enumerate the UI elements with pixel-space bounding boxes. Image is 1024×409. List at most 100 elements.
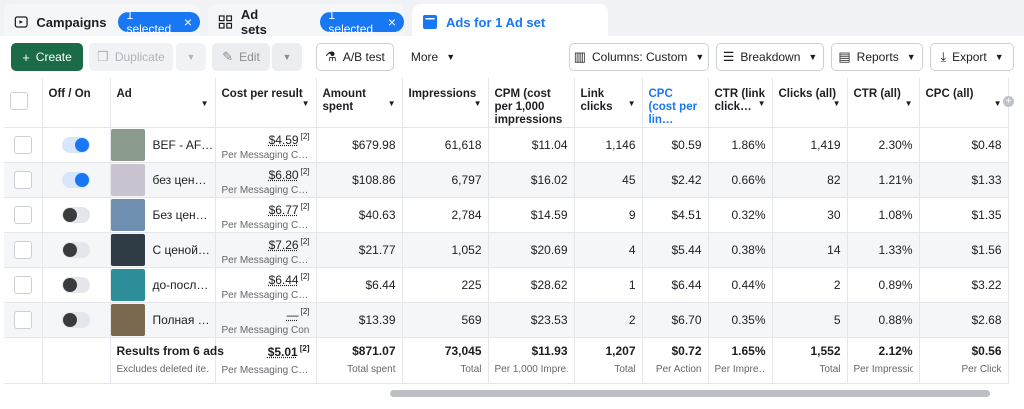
table-row[interactable]: С ценой… $7.26 [2] Per Messaging C… $21.77 1,… — [4, 232, 1009, 268]
ad-name[interactable]: BEF - AF… — [153, 138, 214, 152]
ctr-all-cell: 0.89% — [847, 267, 920, 303]
amount-spent-cell: $40.63 — [316, 197, 403, 233]
chevron-down-icon: ▼ — [994, 52, 1004, 62]
edit-dropdown[interactable]: ▼ — [272, 43, 302, 71]
col-header-cost-per-result[interactable]: Cost per result ▼ — [215, 78, 317, 128]
ad-thumbnail — [110, 304, 145, 336]
toggle-cell — [42, 267, 111, 303]
ctr-all-cell: 2.30% — [847, 127, 920, 163]
ab-test-button[interactable]: ⚗ A/B test — [316, 43, 394, 71]
create-button[interactable]: + Create — [11, 43, 83, 71]
table-row[interactable]: до-посл… $6.44 [2] Per Messaging C… $6.44 225… — [4, 267, 1009, 303]
summary-ctr: 1.65% — [731, 344, 766, 358]
summary-impr: 73,045 — [444, 344, 482, 358]
ad-cell[interactable]: BEF - AF… — [110, 127, 216, 163]
cost-sub: Per Messaging C… — [221, 289, 309, 301]
chevron-down-icon: ▼ — [627, 99, 636, 108]
col-header-ad[interactable]: Ad ▼ — [110, 78, 216, 128]
ad-toggle[interactable] — [62, 312, 90, 328]
row-checkbox[interactable] — [13, 206, 32, 224]
row-checkbox[interactable] — [13, 171, 32, 189]
ad-name[interactable]: до-посл… — [153, 278, 209, 292]
cost-sub: Per Messaging Con… — [221, 324, 310, 336]
ad-toggle[interactable] — [62, 242, 90, 258]
table-row[interactable]: без цен… $6.80 [2] Per Messaging C… $108.86 6… — [4, 162, 1009, 198]
toolbar: + Create ❐ Duplicate ▼ ✎ Edit ▼ ⚗ A/B test M… — [0, 36, 1024, 78]
edit-label: Edit — [239, 50, 260, 64]
footnote-mark: [2] — [300, 131, 310, 141]
ad-sets-selected-pill[interactable]: 1 selected × — [320, 8, 404, 36]
ab-test-label: A/B test — [342, 50, 385, 64]
ad-name[interactable]: С ценой… — [153, 243, 210, 257]
table-row[interactable]: Без цен… $6.77 [2] Per Messaging C… $40.63 2,… — [4, 197, 1009, 233]
row-checkbox[interactable] — [13, 276, 32, 294]
ad-thumbnail — [110, 129, 145, 161]
edit-button[interactable]: ✎ Edit — [212, 43, 270, 71]
tab-ads[interactable]: Ads for 1 Ad set — [412, 4, 608, 40]
summary-ctr-all: 2.12% — [878, 344, 913, 358]
close-icon[interactable]: × — [184, 15, 192, 29]
ad-cell[interactable]: до-посл… — [110, 267, 216, 303]
clicks-all-cell: 1,419 — [772, 127, 848, 163]
ad-cell[interactable]: Без цен… — [110, 197, 216, 233]
tab-campaigns[interactable]: Campaigns 1 selected × — [4, 4, 200, 40]
cost-per-result-cell: $6.44 [2] Per Messaging C… — [215, 267, 317, 303]
ad-thumbnail — [110, 269, 145, 301]
cost-sub: Per Messaging C… — [221, 254, 309, 266]
cost-value: — — [286, 307, 299, 322]
col-header-link-clicks[interactable]: Link clicks ▼ — [574, 78, 643, 128]
row-checkbox[interactable] — [13, 241, 32, 259]
columns-button[interactable]: ▥ Columns: Custom ▼ — [569, 43, 709, 71]
toggle-knob — [75, 173, 89, 187]
reports-button[interactable]: ▤ Reports ▼ — [831, 43, 923, 71]
columns-label: Columns: Custom — [592, 50, 688, 64]
more-button[interactable]: More ▼ — [402, 43, 464, 71]
cost-value: $4.59 — [268, 132, 299, 147]
ad-cell[interactable]: С ценой… — [110, 232, 216, 268]
col-header-cpc-all[interactable]: CPC (all) ▼ — [919, 78, 1009, 128]
ad-cell[interactable]: без цен… — [110, 162, 216, 198]
cost-per-result-cell: $6.77 [2] Per Messaging C… — [215, 197, 317, 233]
ad-name[interactable]: Полная … — [153, 313, 210, 327]
col-header-ctr-all[interactable]: CTR (all) ▼ — [847, 78, 920, 128]
tab-ad-sets[interactable]: Ad sets 1 selected × — [208, 4, 404, 40]
ads-table: Off / On Ad ▼ Cost per result ▼ Amount spe… — [4, 78, 1009, 384]
row-checkbox[interactable] — [13, 311, 32, 329]
table-row[interactable]: BEF - AF… $4.59 [2] Per Messaging C… $679.98… — [4, 127, 1009, 163]
row-select-cell — [4, 127, 43, 163]
table-row[interactable]: Полная …—[2]Per Messaging Con…$13.39569$… — [4, 302, 1009, 338]
duplicate-label: Duplicate — [114, 50, 165, 64]
ad-toggle[interactable] — [62, 137, 90, 153]
col-header-ctr[interactable]: CTR (link click… ▼ — [708, 78, 773, 128]
col-header-clicks-all[interactable]: Clicks (all) ▼ — [772, 78, 848, 128]
row-checkbox[interactable] — [13, 136, 32, 154]
select-all-checkbox[interactable] — [10, 92, 28, 110]
col-header-cpc[interactable]: CPC (cost per lin… — [642, 78, 709, 128]
col-label: CTR (all) — [853, 88, 901, 100]
ad-name[interactable]: без цен… — [153, 173, 207, 187]
close-icon[interactable]: × — [388, 15, 396, 29]
export-button[interactable]: ⤓ Export ▼ — [930, 43, 1014, 71]
ad-name[interactable]: Без цен… — [153, 208, 208, 222]
summary-ctr-all-sub: Per Impressio… — [853, 364, 913, 375]
campaigns-selected-pill[interactable]: 1 selected × — [118, 8, 200, 36]
col-header-cpm[interactable]: CPM (cost per 1,000 impressions — [488, 78, 575, 128]
col-header-impressions[interactable]: Impressions ▼ — [402, 78, 489, 128]
ad-cell[interactable]: Полная … — [110, 302, 216, 338]
horizontal-scrollbar[interactable] — [390, 390, 990, 397]
ad-toggle[interactable] — [62, 277, 90, 293]
add-column-icon[interactable]: + — [1003, 96, 1014, 107]
duplicate-dropdown[interactable]: ▼ — [176, 43, 206, 71]
breakdown-button[interactable]: ☰ Breakdown ▼ — [716, 43, 824, 71]
col-header-off-on[interactable]: Off / On — [42, 78, 111, 128]
ad-toggle[interactable] — [62, 172, 90, 188]
ad-toggle[interactable] — [62, 207, 90, 223]
cpc-cell: $4.51 — [642, 197, 709, 233]
folder-icon — [14, 16, 28, 28]
clicks-all-cell: 5 — [772, 302, 848, 338]
duplicate-button[interactable]: ❐ Duplicate — [89, 43, 173, 71]
col-header-amount-spent[interactable]: Amount spent ▼ — [316, 78, 403, 128]
cost-value: $7.26 — [268, 237, 299, 252]
cost-value: $6.44 — [268, 272, 299, 287]
reports-label: Reports — [856, 50, 899, 64]
